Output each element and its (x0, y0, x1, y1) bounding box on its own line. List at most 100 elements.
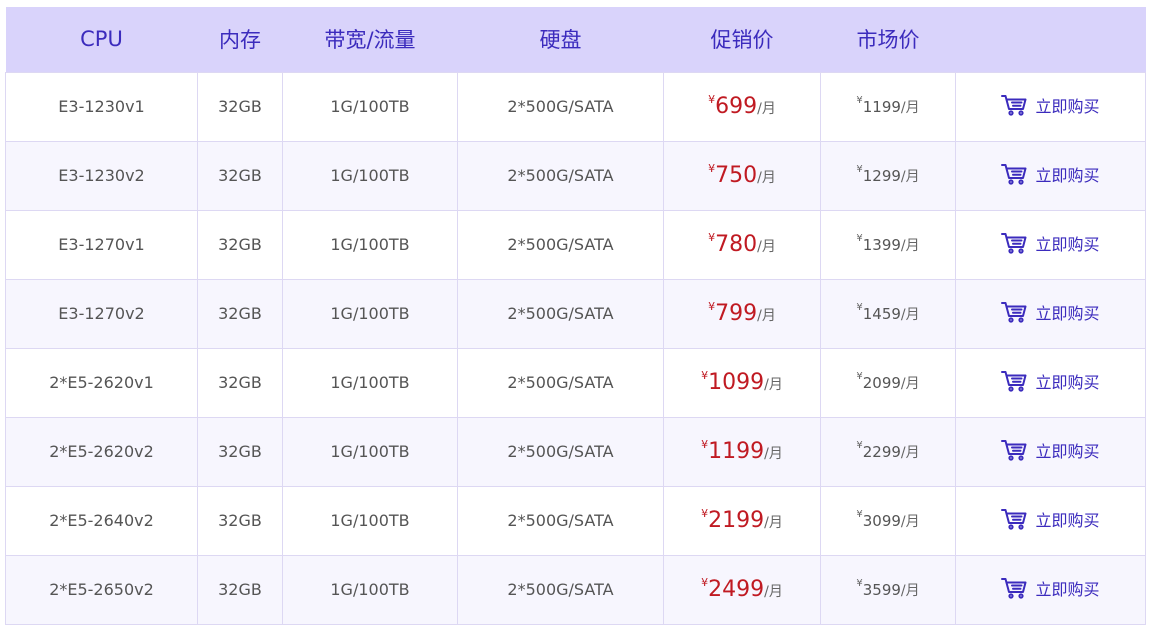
buy-now-button[interactable]: 立即购买 (1001, 231, 1099, 255)
cpu-cell: E3-1270v2 (6, 279, 198, 348)
cart-icon (1001, 94, 1027, 116)
action-cell: 立即购买 (956, 72, 1146, 141)
buy-now-button[interactable]: 立即购买 (1001, 93, 1099, 117)
currency-symbol: ¥ (856, 233, 862, 244)
price-unit: /月 (757, 308, 776, 324)
buy-now-button[interactable]: 立即购买 (1001, 507, 1099, 531)
bandwidth-cell: 1G/100TB (283, 141, 458, 210)
disk-cell: 2*500G/SATA (458, 555, 664, 624)
header-cpu: CPU (6, 7, 198, 72)
table-row: E3-1230v2 32GB 1G/100TB 2*500G/SATA ¥750… (6, 141, 1146, 210)
price-unit: /月 (764, 446, 783, 462)
promo-price-cell: ¥2499/月 (664, 555, 821, 624)
bandwidth-cell: 1G/100TB (283, 279, 458, 348)
bandwidth-cell: 1G/100TB (283, 210, 458, 279)
currency-symbol: ¥ (701, 438, 708, 451)
market-price-value: 2299 (863, 443, 901, 461)
market-price-cell: ¥2299/月 (821, 417, 956, 486)
market-price-value: 3099 (863, 512, 901, 530)
promo-price-cell: ¥750/月 (664, 141, 821, 210)
currency-symbol: ¥ (856, 95, 862, 106)
promo-price-value: 1099 (708, 370, 764, 395)
ram-cell: 32GB (198, 486, 283, 555)
ram-cell: 32GB (198, 72, 283, 141)
ram-cell: 32GB (198, 279, 283, 348)
cart-icon (1001, 508, 1027, 530)
price-unit: /月 (901, 514, 920, 530)
buy-now-button[interactable]: 立即购买 (1001, 300, 1099, 324)
currency-symbol: ¥ (708, 162, 715, 175)
market-price-value: 2099 (863, 374, 901, 392)
buy-now-button[interactable]: 立即购买 (1001, 576, 1099, 600)
cpu-cell: E3-1270v1 (6, 210, 198, 279)
market-price-value: 3599 (863, 581, 901, 599)
header-market-price: 市场价 (821, 7, 956, 72)
price-unit: /月 (901, 100, 920, 116)
bandwidth-cell: 1G/100TB (283, 486, 458, 555)
buy-now-button[interactable]: 立即购买 (1001, 369, 1099, 393)
price-unit: /月 (764, 515, 783, 531)
price-unit: /月 (757, 170, 776, 186)
cpu-cell: 2*E5-2640v2 (6, 486, 198, 555)
promo-price-cell: ¥699/月 (664, 72, 821, 141)
market-price-cell: ¥3099/月 (821, 486, 956, 555)
buy-now-label: 立即购买 (1035, 438, 1099, 462)
price-unit: /月 (901, 169, 920, 185)
buy-now-label: 立即购买 (1035, 369, 1099, 393)
action-cell: 立即购买 (956, 417, 1146, 486)
price-unit: /月 (764, 377, 783, 393)
cart-icon (1001, 301, 1027, 323)
table-row: E3-1270v1 32GB 1G/100TB 2*500G/SATA ¥780… (6, 210, 1146, 279)
promo-price-value: 780 (715, 232, 757, 257)
cart-icon (1001, 163, 1027, 185)
price-unit: /月 (901, 307, 920, 323)
price-unit: /月 (757, 239, 776, 255)
cpu-cell: E3-1230v1 (6, 72, 198, 141)
promo-price-value: 1199 (708, 439, 764, 464)
table-row: E3-1230v1 32GB 1G/100TB 2*500G/SATA ¥699… (6, 72, 1146, 141)
buy-now-label: 立即购买 (1035, 93, 1099, 117)
market-price-value: 1459 (863, 305, 901, 323)
pricing-table-container: CPU 内存 带宽/流量 硬盘 促销价 市场价 E3-1230v1 32GB 1… (5, 7, 1146, 625)
header-bandwidth: 带宽/流量 (283, 7, 458, 72)
market-price-value: 1299 (863, 167, 901, 185)
price-unit: /月 (901, 238, 920, 254)
cpu-cell: 2*E5-2650v2 (6, 555, 198, 624)
buy-now-button[interactable]: 立即购买 (1001, 162, 1099, 186)
currency-symbol: ¥ (856, 578, 862, 589)
currency-symbol: ¥ (856, 509, 862, 520)
buy-now-label: 立即购买 (1035, 507, 1099, 531)
market-price-cell: ¥3599/月 (821, 555, 956, 624)
buy-now-label: 立即购买 (1035, 162, 1099, 186)
currency-symbol: ¥ (856, 302, 862, 313)
disk-cell: 2*500G/SATA (458, 141, 664, 210)
cart-icon (1001, 232, 1027, 254)
cpu-cell: E3-1230v2 (6, 141, 198, 210)
currency-symbol: ¥ (708, 300, 715, 313)
promo-price-value: 2199 (708, 508, 764, 533)
market-price-cell: ¥2099/月 (821, 348, 956, 417)
promo-price-cell: ¥2199/月 (664, 486, 821, 555)
market-price-cell: ¥1459/月 (821, 279, 956, 348)
currency-symbol: ¥ (708, 231, 715, 244)
currency-symbol: ¥ (708, 93, 715, 106)
price-unit: /月 (764, 584, 783, 600)
market-price-cell: ¥1299/月 (821, 141, 956, 210)
ram-cell: 32GB (198, 141, 283, 210)
currency-symbol: ¥ (856, 164, 862, 175)
disk-cell: 2*500G/SATA (458, 72, 664, 141)
bandwidth-cell: 1G/100TB (283, 555, 458, 624)
table-row: E3-1270v2 32GB 1G/100TB 2*500G/SATA ¥799… (6, 279, 1146, 348)
promo-price-cell: ¥780/月 (664, 210, 821, 279)
buy-now-button[interactable]: 立即购买 (1001, 438, 1099, 462)
disk-cell: 2*500G/SATA (458, 417, 664, 486)
ram-cell: 32GB (198, 555, 283, 624)
price-unit: /月 (901, 445, 920, 461)
header-disk: 硬盘 (458, 7, 664, 72)
currency-symbol: ¥ (856, 440, 862, 451)
header-promo-price: 促销价 (664, 7, 821, 72)
bandwidth-cell: 1G/100TB (283, 348, 458, 417)
cart-icon (1001, 370, 1027, 392)
currency-symbol: ¥ (701, 507, 708, 520)
bandwidth-cell: 1G/100TB (283, 417, 458, 486)
